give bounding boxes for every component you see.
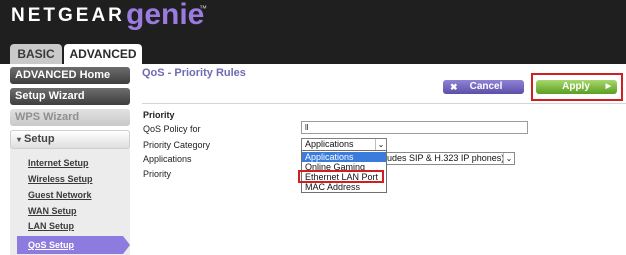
sidebar-link-wan-setup[interactable]: WAN Setup	[28, 206, 77, 216]
cancel-button[interactable]: ✖ Cancel	[443, 80, 524, 94]
sidebar-link-qos-setup[interactable]: QoS Setup	[17, 236, 123, 254]
sidebar-link-lan-setup[interactable]: LAN Setup	[28, 221, 74, 231]
app-header: NETGEAR genie ™	[0, 0, 626, 42]
page-title: QoS - Priority Rules	[142, 67, 246, 79]
sidebar-item-advanced-home[interactable]: ADVANCED Home	[10, 67, 130, 84]
applications-select[interactable]: udes SIP & H.323 IP phones) ⌄	[383, 152, 515, 165]
trademark-mark: ™	[199, 4, 207, 13]
genie-logo: genie	[126, 0, 205, 31]
option-highlight-box	[298, 170, 384, 183]
apply-button[interactable]: Apply ▶	[536, 80, 617, 94]
sidebar-link-guest-network[interactable]: Guest Network	[28, 190, 92, 200]
chevron-down-icon: ⌄	[375, 139, 386, 150]
applications-label: Applications	[143, 154, 192, 164]
tab-advanced[interactable]: ADVANCED	[64, 44, 142, 65]
play-triangle-icon: ▶	[605, 83, 611, 90]
cancel-label: Cancel	[469, 81, 503, 92]
apply-label: Apply	[562, 81, 590, 92]
section-heading-priority: Priority	[143, 110, 175, 120]
applications-value: udes SIP & H.323 IP phones)	[387, 153, 505, 163]
triangle-down-icon: ▾	[17, 135, 22, 144]
sidebar-item-setup-wizard[interactable]: Setup Wizard	[10, 88, 130, 105]
dropdown-option-applications[interactable]: Applications	[302, 152, 386, 162]
dropdown-option-mac-address[interactable]: MAC Address	[302, 182, 386, 192]
setup-section-label: Setup	[24, 133, 55, 145]
chevron-down-icon: ⌄	[503, 153, 514, 164]
sidebar-section-setup[interactable]: ▾ Setup	[10, 130, 130, 149]
netgear-logo: NETGEAR	[11, 5, 125, 26]
header-divider	[142, 103, 626, 104]
qos-policy-label: QoS Policy for	[143, 124, 201, 134]
tab-basic[interactable]: BASIC	[10, 44, 62, 64]
close-x-icon: ✖	[450, 82, 458, 92]
sidebar-link-wireless-setup[interactable]: Wireless Setup	[28, 174, 92, 184]
active-link-pointer	[123, 236, 130, 254]
priority-label: Priority	[143, 169, 172, 179]
qos-policy-input[interactable]: ll	[301, 121, 528, 134]
priority-category-label: Priority Category	[143, 140, 211, 150]
sidebar-item-wps-wizard: WPS Wizard	[10, 109, 130, 126]
sidebar-link-internet-setup[interactable]: Internet Setup	[28, 158, 89, 168]
priority-category-value: Applications	[305, 139, 354, 149]
